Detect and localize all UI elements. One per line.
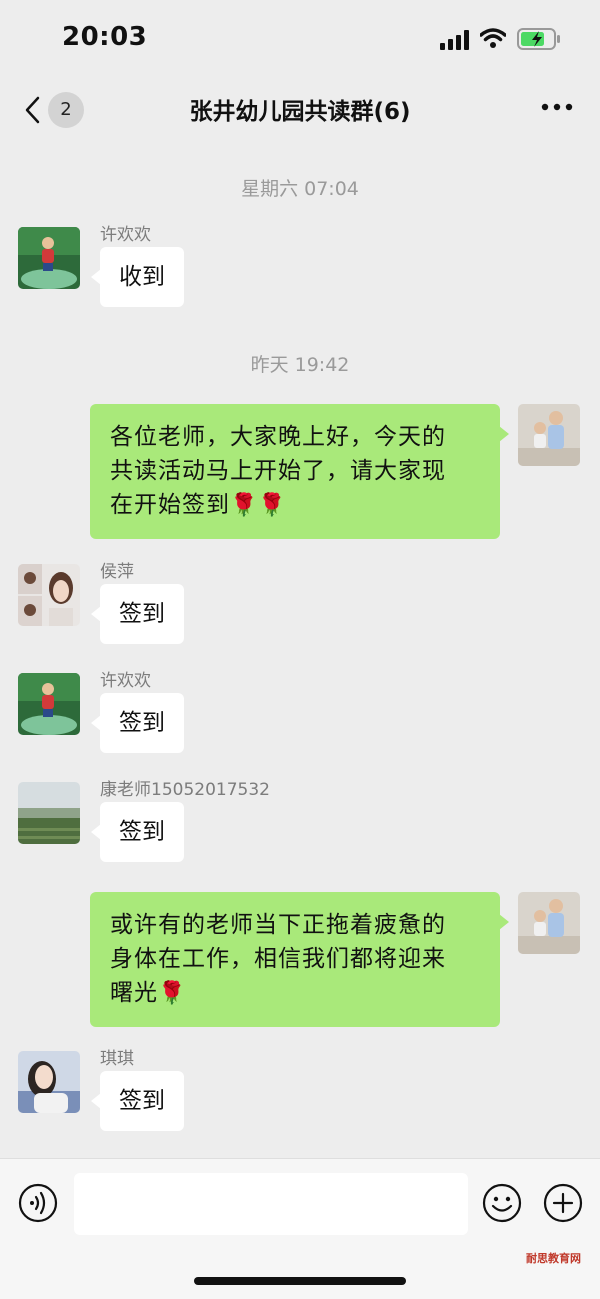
emoji-icon[interactable]	[482, 1183, 522, 1223]
sender-name: 康老师15052017532	[100, 780, 270, 800]
sender-name: 许欢欢	[100, 225, 151, 245]
voice-input-icon[interactable]	[18, 1183, 58, 1223]
message-input[interactable]	[74, 1173, 468, 1235]
avatar[interactable]	[18, 1051, 80, 1113]
message-bubble-incoming[interactable]: 签到	[91, 1071, 184, 1131]
message-bubble-incoming[interactable]: 签到	[91, 802, 184, 862]
message-text: 签到	[119, 819, 165, 845]
message-bubble-outgoing[interactable]: 各位老师，大家晚上好，今天的 共读活动马上开始了，请大家现 在开始签到🌹🌹	[90, 404, 509, 539]
rose-emoji-icon: 🌹	[258, 493, 287, 518]
message-bubble-outgoing[interactable]: 或许有的老师当下正拖着疲惫的 身体在工作，相信我们都将迎来 曙光🌹	[90, 892, 509, 1027]
sender-name: 琪琪	[100, 1049, 134, 1069]
home-indicator	[194, 1277, 406, 1285]
rose-emoji-icon: 🌹	[230, 493, 259, 518]
more-options-icon[interactable]	[540, 100, 574, 114]
my-avatar[interactable]	[518, 404, 580, 466]
avatar[interactable]	[18, 673, 80, 735]
message-bubble-incoming[interactable]: 收到	[91, 247, 184, 307]
wifi-icon	[480, 28, 506, 48]
battery-charging-icon	[517, 28, 560, 50]
timestamp-separator: 星期六 07:04	[241, 178, 359, 200]
message-text-line: 共读活动马上开始了，请大家现	[110, 458, 446, 484]
sender-name: 侯萍	[100, 562, 134, 582]
chat-input-bar: 耐思教育网	[0, 1158, 600, 1299]
message-text: 签到	[119, 710, 165, 736]
status-time: 20:03	[62, 22, 148, 52]
message-text-line: 身体在工作，相信我们都将迎来	[110, 946, 446, 972]
sender-name: 许欢欢	[100, 671, 151, 691]
message-text-line: 各位老师，大家晚上好，今天的	[110, 424, 446, 450]
rose-emoji-icon: 🌹	[158, 981, 187, 1006]
message-text: 收到	[119, 264, 165, 290]
timestamp-separator: 昨天 19:42	[250, 354, 350, 376]
message-text-line: 曙光	[110, 980, 158, 1006]
avatar[interactable]	[18, 782, 80, 844]
message-text: 签到	[119, 1088, 165, 1114]
message-text-line: 或许有的老师当下正拖着疲惫的	[110, 912, 446, 938]
chat-header: 2 张井幼儿园共读群(6)	[0, 80, 600, 140]
message-text-line: 在开始签到	[110, 492, 230, 518]
status-bar: 20:03	[0, 0, 600, 80]
avatar[interactable]	[18, 564, 80, 626]
message-bubble-incoming[interactable]: 签到	[91, 584, 184, 644]
cellular-signal-icon	[440, 30, 469, 50]
my-avatar[interactable]	[518, 892, 580, 954]
message-bubble-incoming[interactable]: 签到	[91, 693, 184, 753]
message-text: 签到	[119, 601, 165, 627]
plus-icon[interactable]	[543, 1183, 583, 1223]
chat-title: 张井幼儿园共读群(6)	[189, 99, 411, 125]
watermark-logo: 耐思教育网	[526, 1252, 581, 1265]
avatar[interactable]	[18, 227, 80, 289]
